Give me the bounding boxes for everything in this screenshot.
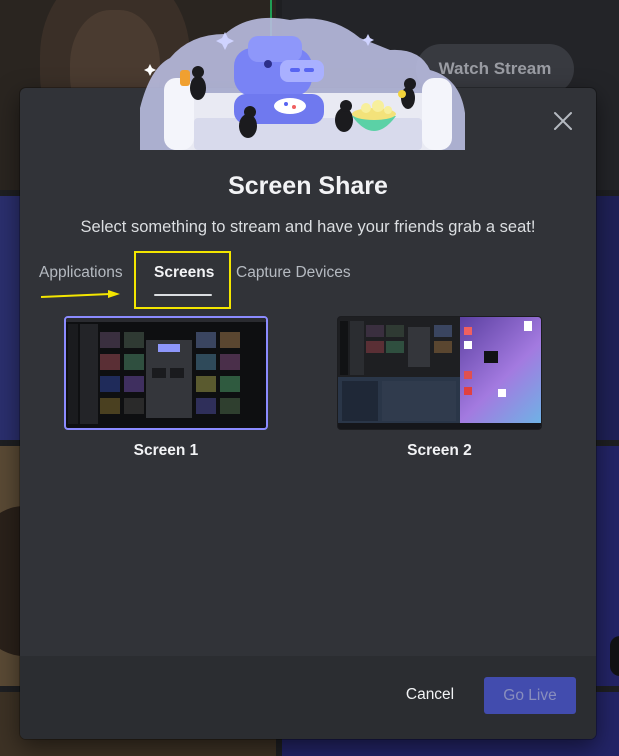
modal-subtitle: Select something to stream and have your…	[80, 218, 536, 236]
screen-2-thumbnail	[337, 316, 542, 430]
wumpus-illustration	[140, 17, 465, 150]
screen-1-label: Screen 1	[133, 442, 199, 459]
modal-title: Screen Share	[228, 172, 388, 200]
tab-capture-devices[interactable]: Capture Devices	[236, 264, 351, 282]
go-live-button[interactable]: Go Live	[484, 677, 576, 714]
close-icon[interactable]	[552, 110, 574, 132]
screen-1-thumbnail	[64, 316, 268, 430]
side-handle	[610, 636, 619, 676]
annotation-arrow-icon	[40, 290, 120, 298]
screen-2-label: Screen 2	[407, 442, 472, 459]
cancel-button[interactable]: Cancel	[390, 677, 470, 713]
screen-1-option[interactable]	[64, 316, 268, 430]
annotation-highlight-box	[134, 251, 231, 309]
screen-2-option[interactable]	[337, 316, 542, 430]
tab-applications[interactable]: Applications	[39, 264, 123, 282]
